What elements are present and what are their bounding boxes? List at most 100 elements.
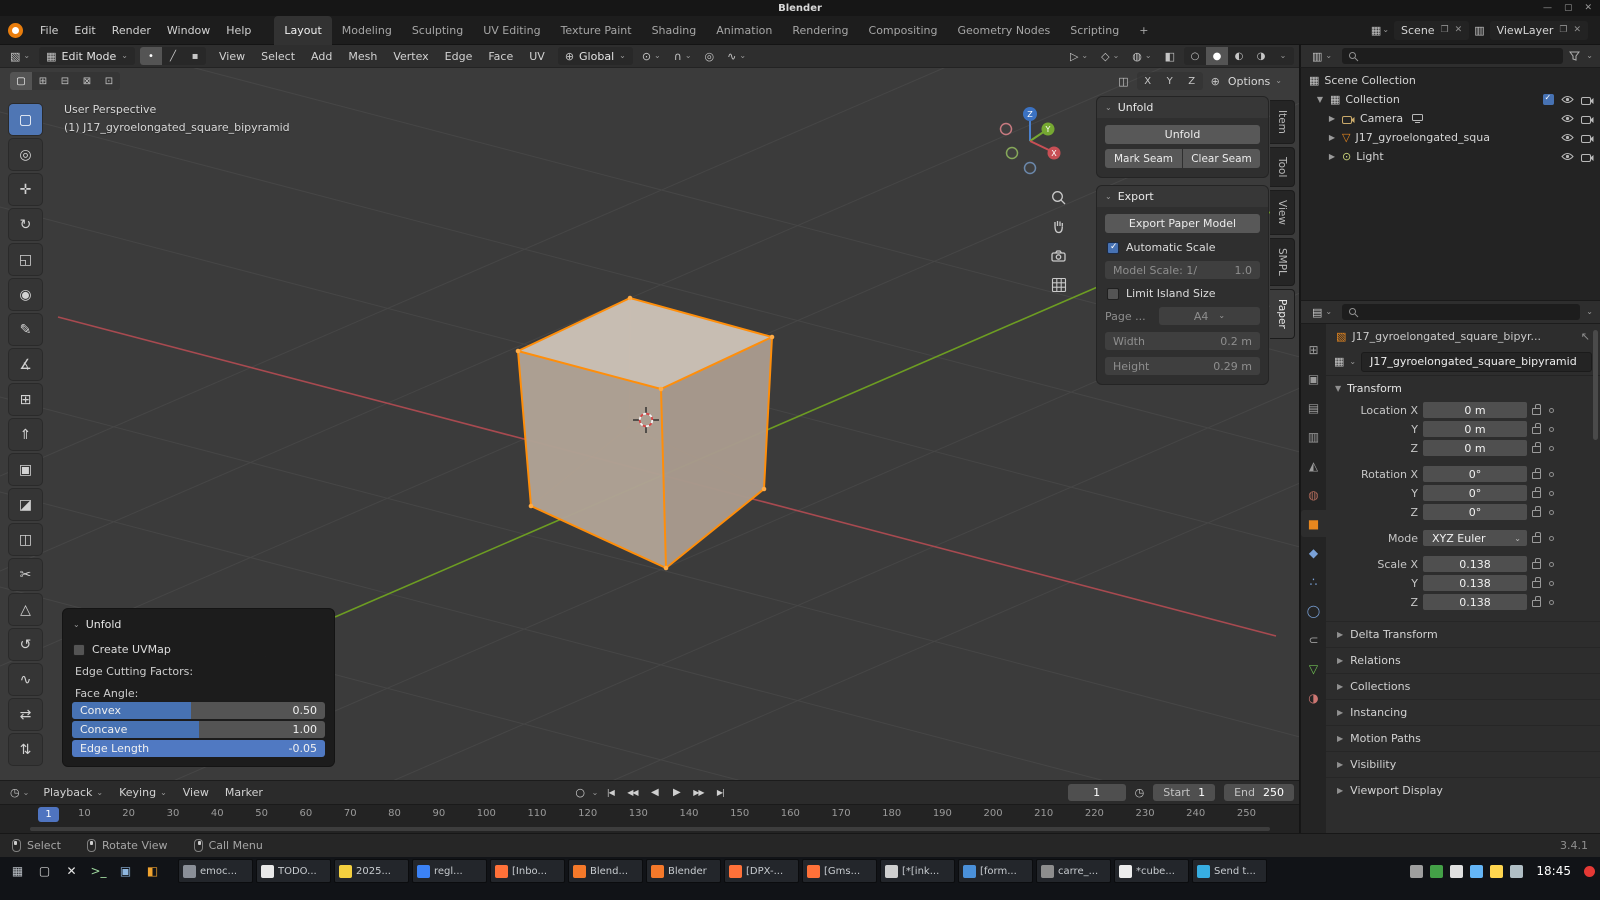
header-menu-item[interactable]: Select: [253, 48, 303, 65]
taskbar-app-button[interactable]: *cube...: [1114, 859, 1189, 883]
header-menu-item[interactable]: View: [211, 48, 253, 65]
solid-shading-button[interactable]: ●: [1206, 47, 1228, 65]
face-select-button[interactable]: ▪: [184, 47, 206, 65]
play-button[interactable]: ▶: [666, 784, 686, 801]
expander-icon[interactable]: ▼: [1315, 95, 1325, 104]
lock-icon[interactable]: [1532, 427, 1541, 434]
properties-tab[interactable]: ∴: [1301, 568, 1327, 595]
tool-button[interactable]: ↻: [9, 209, 42, 240]
automatic-scale-row[interactable]: Automatic Scale: [1107, 241, 1258, 254]
taskbar-launcher-icon[interactable]: ▣: [113, 859, 138, 883]
properties-tab[interactable]: ◆: [1301, 539, 1327, 566]
workspace-tab[interactable]: Geometry Nodes: [947, 16, 1060, 45]
properties-section[interactable]: ▶ Viewport Display: [1326, 777, 1600, 803]
properties-tab[interactable]: ▥: [1301, 423, 1327, 450]
taskbar-app-button[interactable]: Blender: [646, 859, 721, 883]
axis-toggle[interactable]: X: [1137, 72, 1159, 90]
outliner-row-collection[interactable]: ▼ ▦ Collection: [1301, 90, 1600, 109]
value-field[interactable]: 0°: [1423, 466, 1527, 482]
properties-section[interactable]: ▶ Delta Transform: [1326, 621, 1600, 647]
tool-button[interactable]: ◱: [9, 244, 42, 275]
lock-icon[interactable]: [1532, 536, 1541, 543]
operator-slider[interactable]: Edge Length -0.05: [72, 740, 325, 757]
workspace-tab[interactable]: Texture Paint: [551, 16, 642, 45]
value-field[interactable]: 0 m: [1423, 440, 1527, 456]
notification-dot-icon[interactable]: [1584, 866, 1595, 877]
taskbar-app-button[interactable]: TODO...: [256, 859, 331, 883]
taskbar-app-button[interactable]: Blend...: [568, 859, 643, 883]
workspace-tab[interactable]: Scripting: [1060, 16, 1129, 45]
outliner-row-camera[interactable]: ▶ Camera: [1301, 109, 1600, 128]
properties-search-input[interactable]: [1342, 304, 1580, 320]
transform-panel-header[interactable]: ▼ Transform: [1326, 376, 1600, 400]
outliner-row-object[interactable]: ▶ ▽ J17_gyroelongated_squa: [1301, 128, 1600, 147]
object-visibility-dropdown[interactable]: ▷⌄: [1066, 49, 1092, 64]
animate-dot[interactable]: [1549, 427, 1554, 432]
frame-end-field[interactable]: End250: [1224, 784, 1294, 801]
properties-tab[interactable]: ▤: [1301, 394, 1327, 421]
timeline-ruler[interactable]: 1102030405060708090100110120130140150160…: [0, 804, 1300, 833]
taskbar-app-button[interactable]: [*[ink...: [880, 859, 955, 883]
hide-eye-icon[interactable]: [1561, 95, 1574, 104]
create-uvmap-row[interactable]: Create UVMap: [73, 643, 324, 656]
workspace-tab[interactable]: Shading: [642, 16, 707, 45]
lock-icon[interactable]: [1532, 581, 1541, 588]
auto-key-toggle[interactable]: ○: [570, 784, 590, 801]
select-invert-button[interactable]: ⊠: [76, 72, 98, 90]
properties-section[interactable]: ▶ Relations: [1326, 647, 1600, 673]
taskbar-launcher-icon[interactable]: ✕: [59, 859, 84, 883]
outliner-search-input[interactable]: [1342, 48, 1563, 64]
lock-icon[interactable]: [1532, 408, 1541, 415]
properties-tab[interactable]: ⊂: [1301, 626, 1327, 653]
animate-dot[interactable]: [1549, 446, 1554, 451]
filter-icon[interactable]: [1569, 51, 1580, 61]
proportional-falloff-dropdown[interactable]: ∿⌄: [723, 49, 750, 64]
properties-tab[interactable]: ◯: [1301, 597, 1327, 624]
axis-toggle[interactable]: Z: [1181, 72, 1203, 90]
lock-icon[interactable]: [1532, 446, 1541, 453]
outliner-editor-type-button[interactable]: ▥⌄: [1308, 49, 1336, 64]
minimize-button[interactable]: —: [1543, 3, 1552, 13]
create-uvmap-checkbox[interactable]: [73, 644, 85, 656]
tool-button[interactable]: ∡: [9, 349, 42, 380]
taskbar-app-button[interactable]: [DPX-...: [724, 859, 799, 883]
rendered-shading-button[interactable]: ◑: [1250, 47, 1272, 65]
operator-slider[interactable]: Convex 0.50: [72, 702, 325, 719]
wireframe-shading-button[interactable]: ○: [1184, 47, 1206, 65]
select-intersect-button[interactable]: ⊡: [98, 72, 120, 90]
frame-start-field[interactable]: Start1: [1153, 784, 1215, 801]
animate-dot[interactable]: [1549, 581, 1554, 586]
outliner-row-scene-collection[interactable]: ▦ Scene Collection: [1301, 71, 1600, 90]
properties-tab[interactable]: ⊞: [1301, 336, 1327, 363]
copy-icon[interactable]: ❐: [1559, 25, 1567, 35]
lock-icon[interactable]: [1532, 562, 1541, 569]
sidebar-tab[interactable]: Item: [1270, 100, 1295, 144]
xray-toggle[interactable]: ◧: [1161, 49, 1179, 64]
taskbar-app-button[interactable]: carre_...: [1036, 859, 1111, 883]
animate-dot[interactable]: [1549, 536, 1554, 541]
shading-dropdown[interactable]: ⌄: [1272, 47, 1294, 65]
properties-tab[interactable]: ▽: [1301, 655, 1327, 682]
taskbar-app-button[interactable]: [form...: [958, 859, 1033, 883]
animate-dot[interactable]: [1549, 562, 1554, 567]
current-frame-field[interactable]: 1: [1068, 784, 1126, 801]
options-dropdown[interactable]: Options⌄: [1228, 75, 1282, 88]
playhead[interactable]: 1: [38, 807, 59, 822]
select-set-button[interactable]: ▢: [10, 72, 32, 90]
jump-to-start-button[interactable]: |◀: [600, 784, 620, 801]
header-menu-item[interactable]: Face: [480, 48, 521, 65]
value-field[interactable]: 0.138: [1423, 556, 1527, 572]
tray-icon[interactable]: [1450, 865, 1463, 878]
animate-dot[interactable]: [1549, 408, 1554, 413]
limit-island-checkbox[interactable]: [1107, 288, 1119, 300]
material-shading-button[interactable]: ◐: [1228, 47, 1250, 65]
tool-button[interactable]: △: [9, 594, 42, 625]
blender-logo-icon[interactable]: [8, 23, 23, 38]
scene-selector[interactable]: Scene ❐ ✕: [1394, 21, 1469, 40]
properties-section[interactable]: ▶ Instancing: [1326, 699, 1600, 725]
tool-button[interactable]: ✎: [9, 314, 42, 345]
viewlayer-selector[interactable]: ViewLayer ❐ ✕: [1490, 21, 1588, 40]
operator-slider[interactable]: Concave 1.00: [72, 721, 325, 738]
value-field[interactable]: 0 m: [1423, 421, 1527, 437]
menu-item[interactable]: Render: [104, 22, 159, 39]
